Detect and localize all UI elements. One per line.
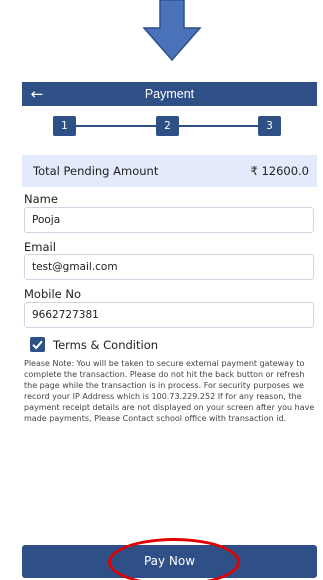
terms-checkbox[interactable] <box>30 337 45 352</box>
step-3: 3 <box>258 116 281 136</box>
checkmark-icon <box>32 340 43 350</box>
payment-screen: ← Payment 1 2 3 Total Pending Amount ₹ 1… <box>22 82 317 580</box>
down-arrow-icon <box>142 0 202 62</box>
mobile-field[interactable]: 9662727381 <box>24 302 314 328</box>
terms-label[interactable]: Terms & Condition <box>53 336 158 354</box>
progress-stepper: 1 2 3 <box>22 106 317 146</box>
app-header: ← Payment <box>22 82 317 106</box>
page-title: Payment <box>144 87 195 101</box>
pending-amount-bar: Total Pending Amount ₹ 12600.0 <box>22 155 317 187</box>
pending-amount-value: ₹ 12600.0 <box>250 164 309 178</box>
mobile-label: Mobile No <box>24 287 82 301</box>
email-label: Email <box>24 240 56 254</box>
pending-amount-label: Total Pending Amount <box>33 164 159 178</box>
name-label: Name <box>24 192 58 206</box>
name-field[interactable]: Pooja <box>24 207 314 233</box>
pay-now-button[interactable]: Pay Now <box>22 545 317 578</box>
payment-note: Please Note: You will be taken to secure… <box>24 359 315 423</box>
step-2: 2 <box>156 116 179 136</box>
step-1: 1 <box>53 116 76 136</box>
email-field[interactable]: test@gmail.com <box>24 254 314 280</box>
